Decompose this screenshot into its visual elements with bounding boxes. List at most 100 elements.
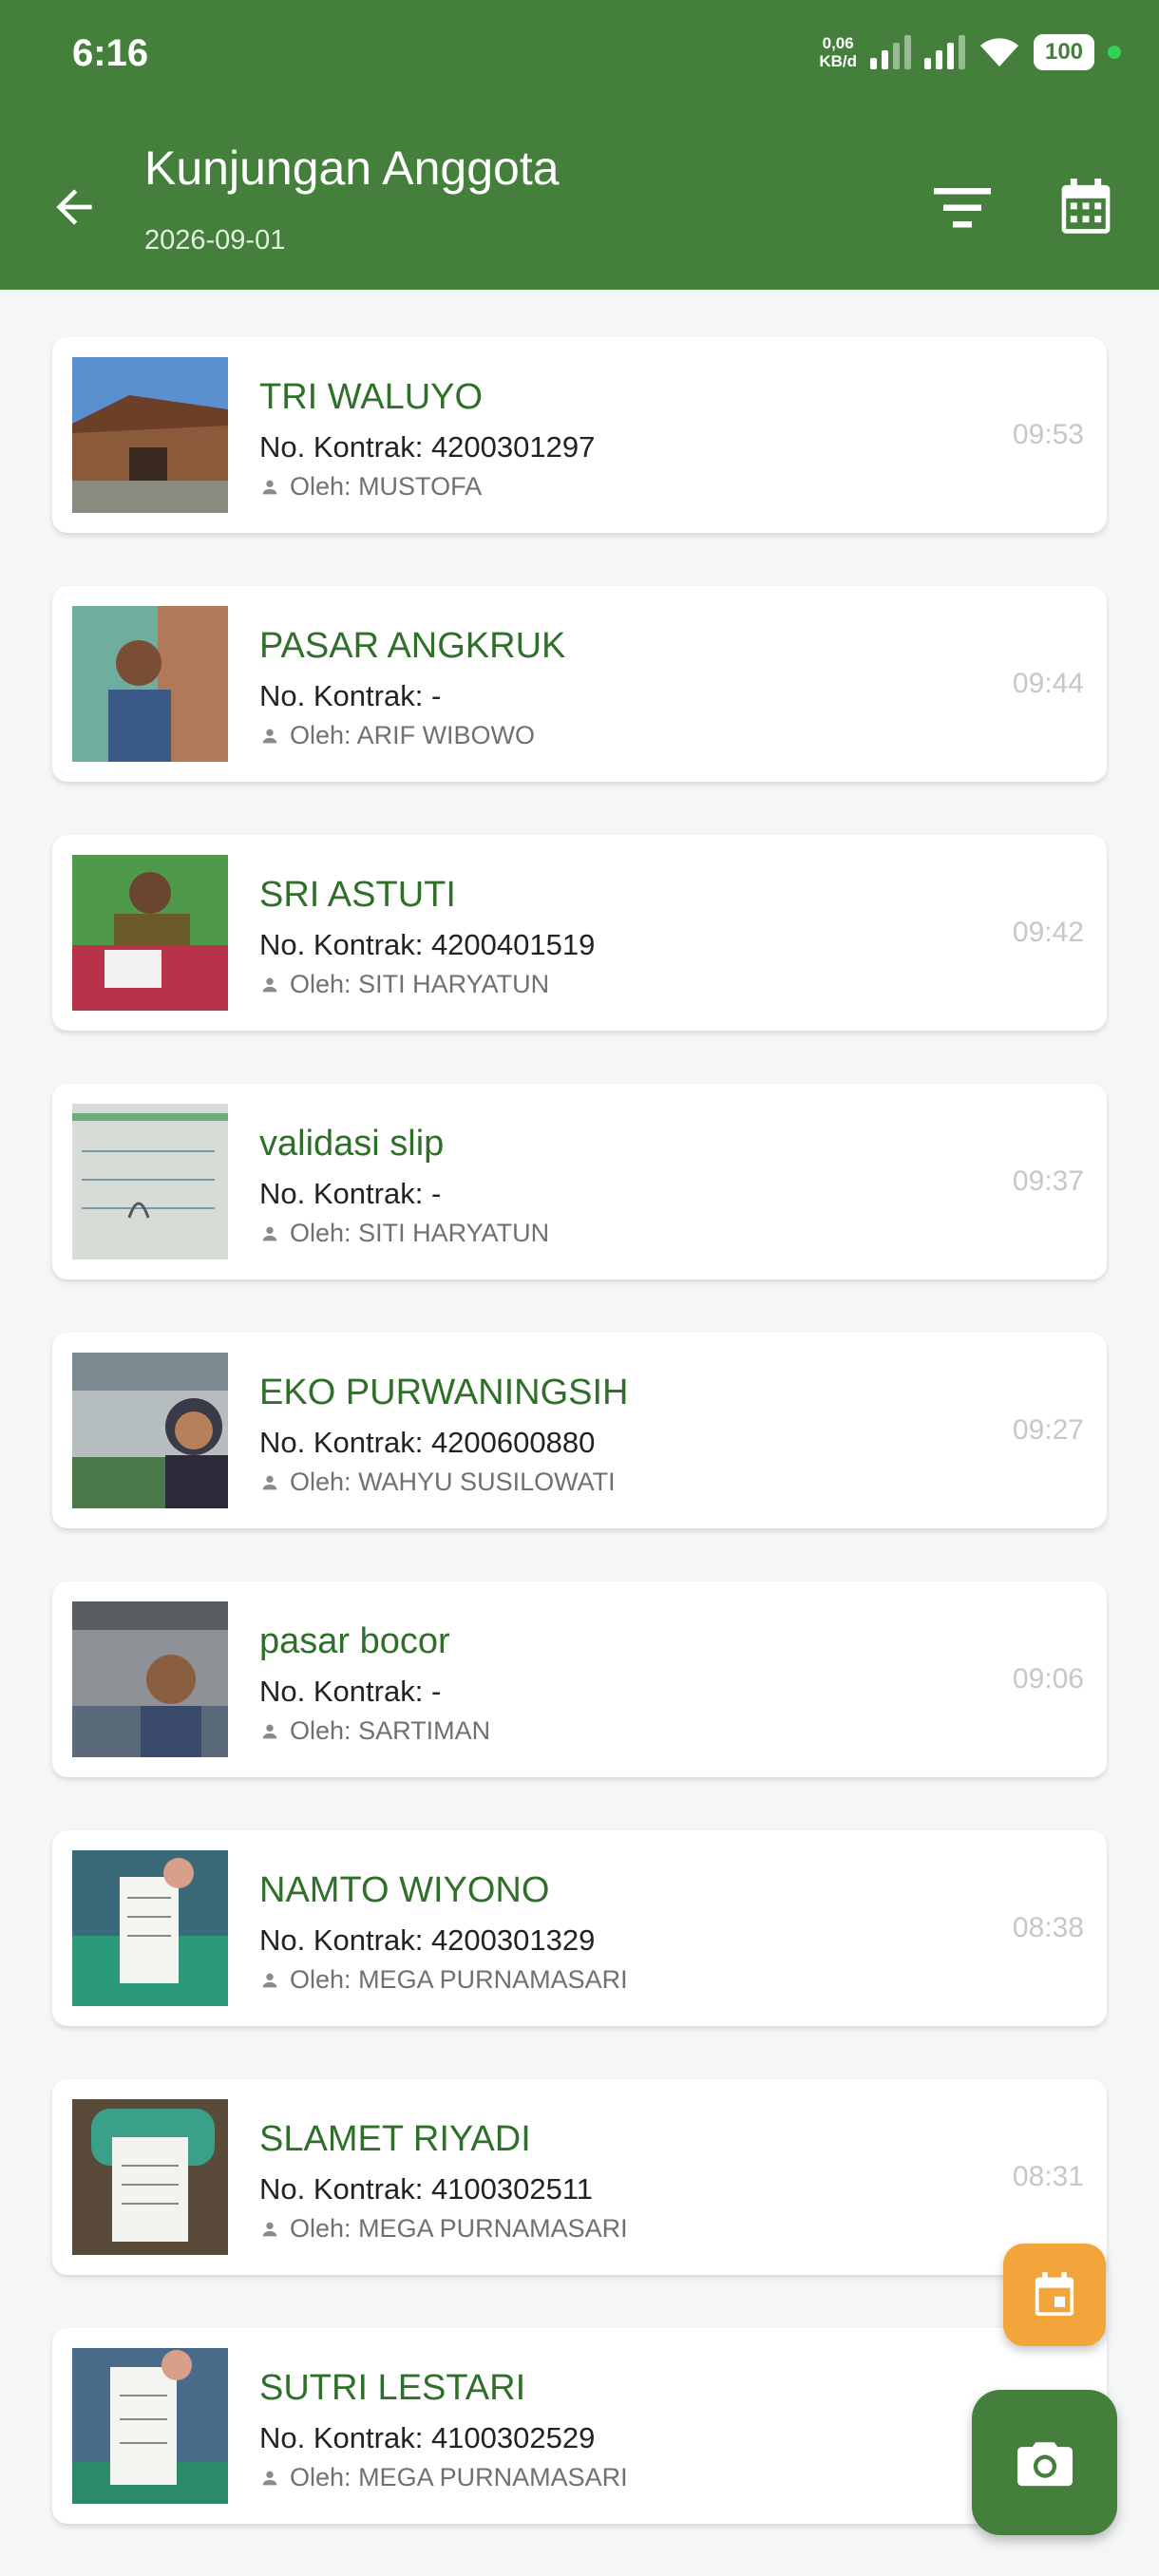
page-date: 2026-09-01: [144, 225, 286, 256]
visit-contract: No. Kontrak: -: [259, 1675, 441, 1709]
app-bar: 6:16 0,06 KB/d 100 Kunjungan Anggota 202…: [0, 0, 1159, 290]
contract-label: No. Kontrak:: [259, 1675, 424, 1708]
visit-time: 09:42: [1012, 917, 1084, 948]
page-title: Kunjungan Anggota: [144, 142, 560, 195]
visit-card[interactable]: validasi slip No. Kontrak: - Oleh: SITI …: [52, 1084, 1107, 1279]
battery-indicator: 100: [1034, 34, 1094, 70]
visit-time: 09:53: [1012, 419, 1084, 450]
officer-name: SITI HARYATUN: [358, 1219, 550, 1247]
contract-number: 4200600880: [430, 1426, 596, 1459]
visit-contract: No. Kontrak: 4200401519: [259, 928, 595, 962]
visit-by: Oleh: SARTIMAN: [259, 1716, 490, 1746]
visit-photo: [72, 1850, 228, 2006]
person-icon: [262, 480, 277, 494]
by-label: Oleh:: [290, 2463, 352, 2491]
visit-time: 09:06: [1012, 1663, 1084, 1695]
person-icon: [262, 1724, 277, 1738]
visit-time: 09:27: [1012, 1414, 1084, 1446]
contract-number: 4200401519: [430, 928, 596, 961]
visit-time: 09:37: [1012, 1165, 1084, 1197]
visit-contract: No. Kontrak: 4100302529: [259, 2421, 595, 2455]
visit-card[interactable]: SRI ASTUTI No. Kontrak: 4200401519 Oleh:…: [52, 835, 1107, 1031]
visit-card[interactable]: pasar bocor No. Kontrak: - Oleh: SARTIMA…: [52, 1582, 1107, 1777]
calendar-icon: [1035, 2272, 1074, 2316]
person-icon: [262, 2222, 277, 2236]
visit-contract: No. Kontrak: 4200301329: [259, 1923, 595, 1958]
contract-number: 4100302529: [430, 2421, 596, 2454]
visit-by: Oleh: MUSTOFA: [259, 472, 482, 502]
person-icon: [262, 1475, 277, 1489]
calendar-fab-button[interactable]: [1003, 2244, 1106, 2346]
visit-name: EKO PURWANINGSIH: [259, 1373, 629, 1412]
camera-icon: [1016, 2441, 1073, 2486]
visit-time: 08:38: [1012, 1912, 1084, 1943]
person-icon: [262, 977, 277, 992]
wifi-icon: [980, 38, 1018, 66]
arrow-back-icon[interactable]: [48, 180, 101, 234]
visit-photo: [72, 2348, 228, 2504]
signal-icon: [924, 35, 965, 69]
camera-fab-button[interactable]: [972, 2390, 1117, 2535]
contract-label: No. Kontrak:: [259, 1923, 424, 1957]
contract-number: 4200301329: [430, 1923, 596, 1957]
visit-photo: [72, 855, 228, 1011]
active-dot-icon: [1108, 46, 1121, 59]
visit-contract: No. Kontrak: 4100302511: [259, 2172, 593, 2207]
network-speed: 0,06 KB/d: [819, 34, 857, 70]
contract-label: No. Kontrak:: [259, 1177, 424, 1210]
visit-card[interactable]: SLAMET RIYADI No. Kontrak: 4100302511 Ol…: [52, 2079, 1107, 2275]
visit-contract: No. Kontrak: 4200600880: [259, 1426, 595, 1460]
visit-name: SLAMET RIYADI: [259, 2119, 531, 2159]
contract-number: 4100302511: [430, 2172, 594, 2206]
visit-card[interactable]: EKO PURWANINGSIH No. Kontrak: 4200600880…: [52, 1333, 1107, 1528]
officer-name: MEGA PURNAMASARI: [358, 1965, 628, 1994]
visit-name: SRI ASTUTI: [259, 875, 456, 915]
person-icon: [262, 1973, 277, 1987]
visit-name: SUTRI LESTARI: [259, 2368, 526, 2408]
signal-icon: [870, 35, 911, 69]
calendar-icon[interactable]: [1059, 179, 1112, 236]
visit-by: Oleh: MEGA PURNAMASARI: [259, 2214, 628, 2244]
visit-by: Oleh: SITI HARYATUN: [259, 970, 549, 999]
visit-name: TRI WALUYO: [259, 377, 484, 417]
contract-number: -: [430, 679, 442, 712]
visit-photo: [72, 2099, 228, 2255]
contract-label: No. Kontrak:: [259, 2172, 424, 2206]
visit-photo: [72, 1601, 228, 1757]
visit-photo: [72, 606, 228, 762]
visit-contract: No. Kontrak: -: [259, 679, 441, 713]
by-label: Oleh:: [290, 970, 352, 998]
officer-name: MEGA PURNAMASARI: [358, 2214, 628, 2243]
contract-label: No. Kontrak:: [259, 928, 424, 961]
status-time: 6:16: [72, 32, 149, 74]
visit-name: NAMTO WIYONO: [259, 1870, 550, 1910]
network-speed-unit: KB/d: [819, 52, 857, 70]
visit-card[interactable]: SUTRI LESTARI No. Kontrak: 4100302529 Ol…: [52, 2328, 1107, 2524]
contract-label: No. Kontrak:: [259, 1426, 424, 1459]
by-label: Oleh:: [290, 1468, 352, 1496]
contract-number: 4200301297: [430, 430, 596, 464]
visit-time: 08:31: [1012, 2161, 1084, 2192]
by-label: Oleh:: [290, 2214, 352, 2243]
filter-icon[interactable]: [934, 183, 991, 231]
visit-name: validasi slip: [259, 1124, 445, 1164]
contract-label: No. Kontrak:: [259, 430, 424, 464]
by-label: Oleh:: [290, 1219, 352, 1247]
officer-name: MEGA PURNAMASARI: [358, 2463, 628, 2491]
officer-name: ARIF WIBOWO: [356, 721, 536, 749]
visit-by: Oleh: SITI HARYATUN: [259, 1219, 549, 1248]
by-label: Oleh:: [290, 1965, 352, 1994]
contract-number: -: [430, 1675, 442, 1708]
visit-card[interactable]: TRI WALUYO No. Kontrak: 4200301297 Oleh:…: [52, 337, 1107, 533]
contract-label: No. Kontrak:: [259, 2421, 424, 2454]
visit-card[interactable]: NAMTO WIYONO No. Kontrak: 4200301329 Ole…: [52, 1830, 1107, 2026]
person-icon: [262, 1226, 277, 1241]
visit-by: Oleh: WAHYU SUSILOWATI: [259, 1468, 616, 1497]
by-label: Oleh:: [290, 1716, 352, 1745]
status-bar: 6:16 0,06 KB/d 100: [0, 0, 1159, 114]
visit-name: pasar bocor: [259, 1621, 450, 1661]
visit-card[interactable]: PASAR ANGKRUK No. Kontrak: - Oleh: ARIF …: [52, 586, 1107, 782]
officer-name: SITI HARYATUN: [358, 970, 550, 998]
visit-contract: No. Kontrak: 4200301297: [259, 430, 595, 464]
officer-name: WAHYU SUSILOWATI: [358, 1468, 616, 1496]
